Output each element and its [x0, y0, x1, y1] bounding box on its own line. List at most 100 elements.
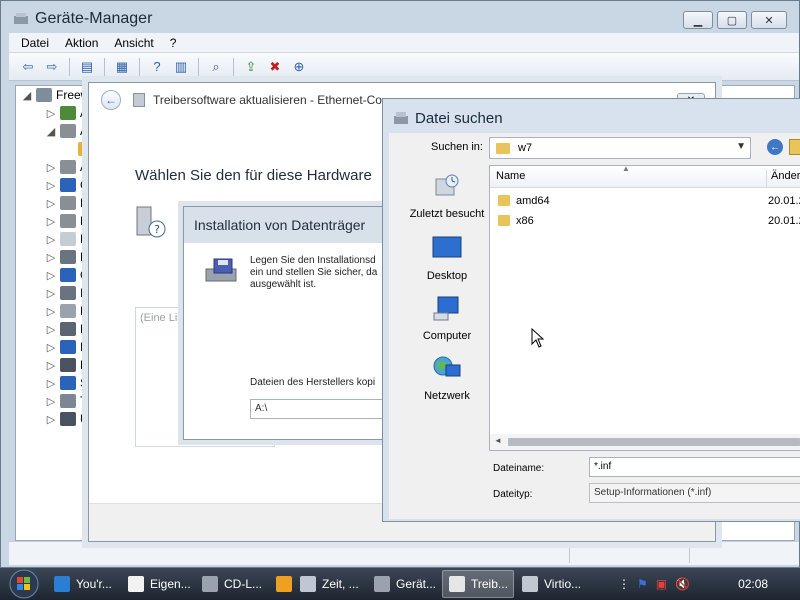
uninstall-icon[interactable]: ✖	[264, 57, 286, 77]
collapse-arrow-icon[interactable]: ◢	[42, 125, 60, 138]
taskbar-item[interactable]: Virtio...	[516, 570, 588, 598]
place-computer[interactable]: Computer	[397, 295, 497, 342]
taskbar-item[interactable]: CD-L...	[196, 570, 268, 598]
place-desktop[interactable]: Desktop	[397, 235, 497, 282]
expand-arrow-icon[interactable]: ▷	[42, 359, 60, 372]
tree-item[interactable]: ▷ Gr	[42, 266, 93, 284]
tree-item[interactable]: ▷ Di	[42, 194, 91, 212]
collapse-arrow-icon[interactable]: ◢	[18, 89, 36, 102]
wizard-back-button[interactable]: ←	[101, 90, 121, 110]
tree-item[interactable]: ◢ Ar	[42, 122, 92, 140]
expand-arrow-icon[interactable]: ▷	[42, 395, 60, 408]
copy-from-input[interactable]: A:\	[250, 399, 390, 419]
column-name[interactable]: Name	[496, 170, 525, 182]
look-in-label: Suchen in:	[431, 141, 483, 153]
tree-item[interactable]: ▷ Ak	[42, 104, 94, 122]
tree-item[interactable]: ▷ Ar	[42, 158, 92, 176]
enable-device-icon[interactable]: ⊕	[288, 57, 310, 77]
taskbar-item[interactable]	[270, 570, 292, 598]
back-arrow-icon[interactable]: ⇦	[17, 57, 39, 77]
device-manager-titlebar[interactable]: Geräte-Manager	[1, 1, 799, 37]
file-row[interactable]: x86 20.01.2	[490, 212, 800, 230]
install-dialog-titlebar[interactable]: Installation von Datenträger	[184, 207, 392, 243]
expand-arrow-icon[interactable]: ▷	[42, 341, 60, 354]
expand-arrow-icon[interactable]: ▷	[42, 287, 60, 300]
menu-help[interactable]: ?	[170, 36, 177, 50]
taskbar-item[interactable]: You'r...	[48, 570, 120, 598]
expand-arrow-icon[interactable]: ▷	[42, 215, 60, 228]
filetype-select[interactable]: Setup-Informationen (*.inf)	[589, 483, 800, 503]
expand-arrow-icon[interactable]: ▷	[42, 305, 60, 318]
filetype-label: Dateityp:	[493, 489, 533, 500]
scan-hardware-icon[interactable]: ⌕	[205, 57, 227, 77]
menu-aktion[interactable]: Aktion	[65, 36, 98, 50]
go-back-button[interactable]: ←	[767, 139, 783, 155]
expand-arrow-icon[interactable]: ▷	[42, 323, 60, 336]
recent-places-icon	[435, 174, 459, 196]
expand-arrow-icon[interactable]: ▷	[42, 107, 60, 120]
device-category-icon	[60, 214, 76, 228]
properties-icon[interactable]: ▦	[111, 57, 133, 77]
scrollbar-thumb[interactable]	[508, 438, 800, 446]
menu-ansicht[interactable]: Ansicht	[114, 36, 153, 50]
scroll-left-icon[interactable]: ◄	[494, 436, 502, 445]
expand-arrow-icon[interactable]: ▷	[42, 233, 60, 246]
tree-item[interactable]: ▷ M	[42, 320, 90, 338]
show-panel-icon[interactable]: ▥	[170, 57, 192, 77]
tree-item[interactable]: ▷ ID	[42, 284, 92, 302]
place-network-label: Netzwerk	[424, 390, 470, 402]
expand-arrow-icon[interactable]: ▷	[42, 251, 60, 264]
expand-arrow-icon[interactable]: ▷	[42, 161, 60, 174]
install-from-disk-dialog: Installation von Datenträger Legen Sie d…	[183, 206, 393, 440]
tree-item[interactable]: ▷ La	[42, 302, 93, 320]
taskbar-item[interactable]: Eigen...	[122, 570, 194, 598]
status-divider	[569, 545, 570, 563]
file-row[interactable]: amd64 20.01.2	[490, 192, 800, 210]
filename-label: Dateiname:	[493, 463, 545, 474]
expand-arrow-icon[interactable]: ▷	[42, 269, 60, 282]
display-icon[interactable]: ▣	[656, 577, 667, 591]
volume-icon[interactable]: 🔇	[675, 577, 690, 591]
show-hidden-icons[interactable]: ⋮	[618, 577, 630, 591]
menu-datei[interactable]: Datei	[21, 36, 49, 50]
tree-item[interactable]: ▷ Di	[42, 212, 91, 230]
file-dialog-body: Suchen in: w7 ▼ ← Zuletzt besucht Deskto…	[389, 133, 800, 519]
forward-arrow-icon[interactable]: ⇨	[41, 57, 63, 77]
start-button[interactable]	[0, 568, 48, 600]
new-folder-button[interactable]	[789, 139, 800, 155]
device-manager-icon	[14, 13, 28, 24]
file-dialog-titlebar[interactable]: Datei suchen	[383, 99, 800, 137]
taskbar-item[interactable]: Treib...	[442, 570, 514, 598]
desktop-icon	[432, 236, 462, 258]
taskbar-item[interactable]: Zeit, ...	[294, 570, 366, 598]
tree-root-label: Freew	[56, 88, 90, 102]
update-driver-icon[interactable]: ⇪	[240, 57, 262, 77]
expand-arrow-icon[interactable]: ▷	[42, 179, 60, 192]
close-button[interactable]: ✕	[751, 11, 787, 29]
column-date[interactable]: Änder	[766, 170, 800, 188]
tree-root[interactable]: ◢ Freew	[18, 86, 89, 104]
horizontal-scrollbar[interactable]: ◄	[490, 434, 800, 450]
flag-icon[interactable]: ⚑	[637, 577, 648, 591]
look-in-select[interactable]: w7 ▼	[489, 137, 751, 159]
expand-arrow-icon[interactable]: ▷	[42, 197, 60, 210]
toolbar: ⇦ ⇨ ▤ ▦ ? ▥ ⌕ ⇪ ✖ ⊕	[9, 53, 799, 81]
clock[interactable]: 02:08	[738, 577, 768, 591]
tree-item[interactable]: ▷ Sy	[42, 374, 94, 392]
tree-item[interactable]: ▷Eir	[42, 248, 95, 266]
console-tree-icon[interactable]: ▤	[76, 57, 98, 77]
tree-item[interactable]: ▷ Pr	[42, 356, 92, 374]
place-network[interactable]: Netzwerk	[397, 355, 497, 402]
minimize-button[interactable]: ▁	[683, 11, 713, 29]
help-icon[interactable]: ?	[146, 57, 168, 77]
tree-item[interactable]: ▷ M	[42, 338, 90, 356]
file-open-dialog: Datei suchen Suchen in: w7 ▼ ← Zuletzt b…	[382, 98, 800, 522]
expand-arrow-icon[interactable]: ▷	[42, 413, 60, 426]
maximize-button[interactable]: ▢	[717, 11, 747, 29]
place-recent[interactable]: Zuletzt besucht	[397, 173, 497, 220]
taskbar-item[interactable]: Gerät...	[368, 570, 440, 598]
app-icon	[202, 576, 218, 592]
expand-arrow-icon[interactable]: ▷	[42, 377, 60, 390]
filename-input[interactable]: *.inf	[589, 457, 800, 477]
tree-item[interactable]: ▷ Ta	[42, 392, 93, 410]
